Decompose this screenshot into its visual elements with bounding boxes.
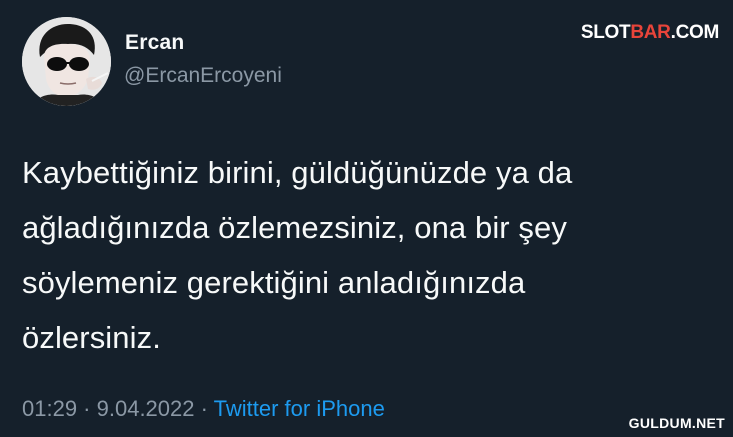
- tweet-date[interactable]: 9.04.2022: [97, 396, 195, 421]
- tweet-line: ağladığınızda özlemezsiniz, ona bir şey: [22, 210, 567, 245]
- meta-separator: ·: [77, 396, 97, 421]
- tweet-line: Kaybettiğiniz birini, güldüğünüzde ya da: [22, 155, 573, 190]
- watermark-guldum: GULDUM.NET: [628, 415, 725, 431]
- tweet-source-link[interactable]: Twitter for iPhone: [214, 396, 385, 421]
- meta-separator: ·: [194, 396, 214, 421]
- avatar-image: [22, 17, 111, 106]
- tweet-line: özlersiniz.: [22, 320, 161, 355]
- watermark-slotbar-part3: .COM: [670, 22, 720, 43]
- avatar[interactable]: [22, 17, 111, 106]
- watermark-slotbar-part1: SLOT: [580, 22, 631, 43]
- tweet-text: Kaybettiğiniz birini, güldüğünüzde ya da…: [22, 145, 712, 365]
- tweet-line: söylemeniz gerektiğini anladığınızda: [22, 265, 526, 300]
- author-handle[interactable]: @ErcanErcoyeni: [124, 64, 282, 88]
- author-display-name[interactable]: Ercan: [125, 31, 184, 55]
- tweet-time[interactable]: 01:29: [22, 396, 77, 421]
- watermark-slotbar-part2: BAR: [630, 22, 671, 43]
- watermark-slotbar: SLOTBAR.COM: [581, 22, 719, 44]
- tweet-meta: 01:29 · 9.04.2022 · Twitter for iPhone: [22, 396, 385, 422]
